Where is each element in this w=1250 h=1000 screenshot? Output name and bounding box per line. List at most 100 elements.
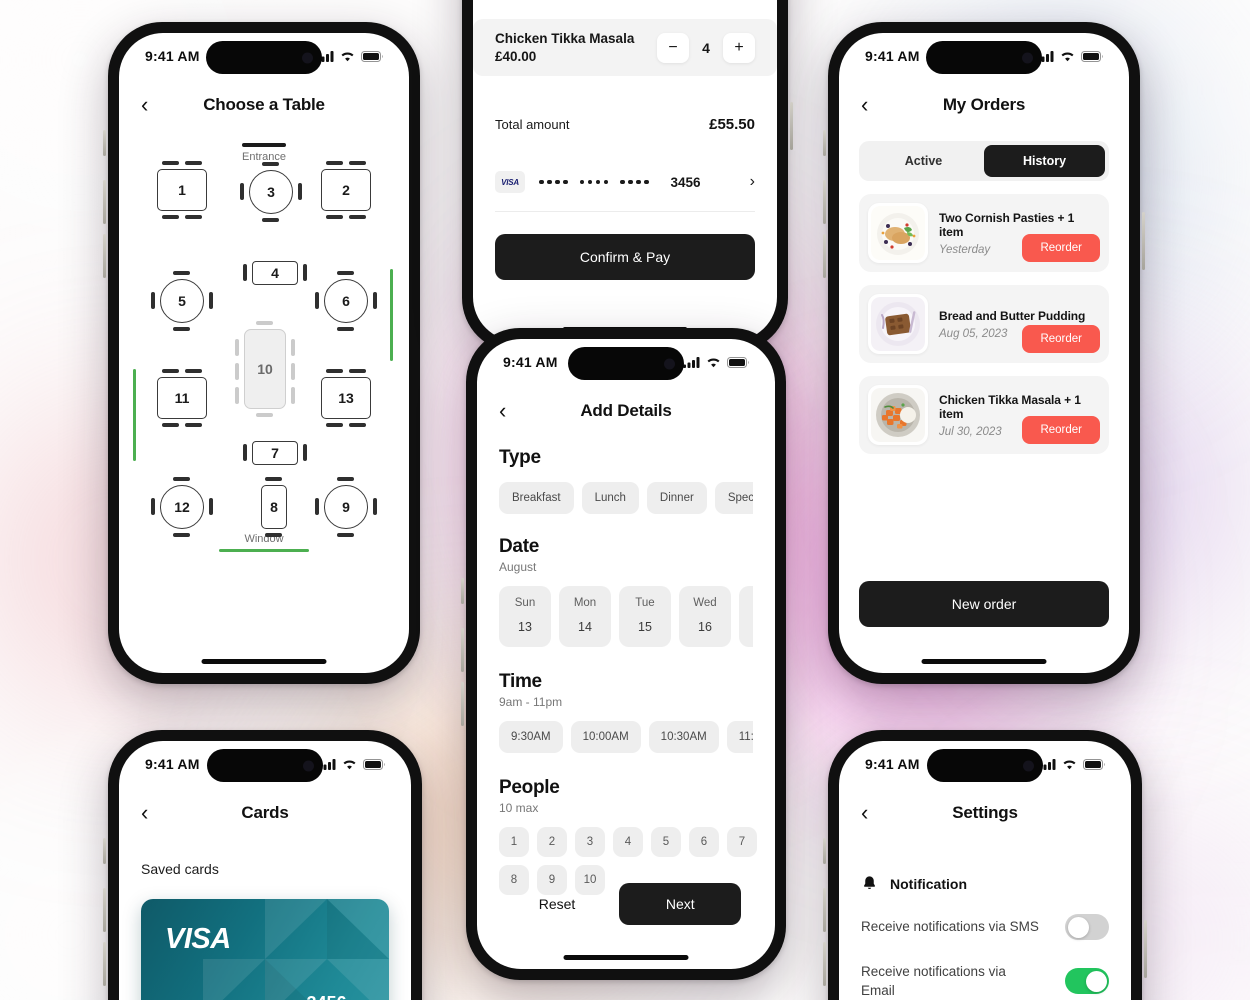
add-details-footer: Reset Next (499, 883, 753, 925)
type-option-dinner[interactable]: Dinner (646, 482, 707, 514)
chevron-left-icon[interactable]: ‹ (861, 802, 887, 824)
sms-toggle[interactable] (1065, 914, 1109, 940)
table-8[interactable]: 8 (261, 477, 287, 537)
table-4[interactable]: 4 (243, 261, 307, 285)
date-option-15[interactable]: Tue 15 (619, 586, 671, 647)
cart-item-row: Chicken Tikka Masala £40.00 − 4 + (473, 19, 777, 76)
date-option-13[interactable]: Sun 13 (499, 586, 551, 647)
date-num: 13 (518, 620, 532, 634)
next-button[interactable]: Next (619, 883, 742, 925)
chevron-right-icon[interactable]: › (750, 173, 755, 191)
status-bar: 9:41 AM (119, 741, 411, 787)
time-option-0930[interactable]: 9:30AM (499, 721, 563, 753)
add-details-body: Type Breakfast Lunch Dinner Special Date… (477, 437, 775, 895)
selected-card-row[interactable]: VISA 3456 › (495, 171, 755, 193)
table-number: 4 (252, 261, 298, 285)
setting-row-sms: Receive notifications via SMS (861, 914, 1109, 940)
table-11[interactable]: 11 (157, 369, 207, 427)
time-options: 9:30AM 10:00AM 10:30AM 11:00AM (499, 721, 753, 753)
settings-body: Notification Receive notifications via S… (839, 839, 1131, 1000)
date-option-17[interactable]: Thu 17 (739, 586, 753, 647)
type-option-special[interactable]: Special (714, 482, 753, 514)
screen-add-details: 9:41 AM ‹ Add Details Type Breakfast Lun… (477, 339, 775, 969)
table-number: 12 (160, 485, 204, 529)
battery-icon (361, 50, 383, 62)
people-option-2[interactable]: 2 (537, 827, 567, 857)
navigation-bar: ‹ Cards (119, 787, 411, 839)
minus-icon[interactable]: − (657, 32, 689, 63)
order-list-item[interactable]: Bread and Butter Pudding Aug 05, 2023 Re… (859, 285, 1109, 363)
status-bar: 9:41 AM (477, 339, 775, 385)
people-option-5[interactable]: 5 (651, 827, 681, 857)
chevron-left-icon[interactable]: ‹ (141, 94, 167, 116)
status-time: 9:41 AM (865, 756, 920, 772)
pudding-photo (868, 294, 928, 354)
table-3[interactable]: 3 (240, 162, 302, 222)
screen-choose-a-table: 9:41 AM ‹ Choose a Table Entrance 1 3 2 … (119, 33, 409, 673)
table-5[interactable]: 5 (151, 271, 213, 331)
battery-icon (1081, 50, 1103, 62)
time-heading: Time (499, 671, 542, 692)
chevron-left-icon[interactable]: ‹ (499, 400, 525, 422)
people-option-3[interactable]: 3 (575, 827, 605, 857)
table-6[interactable]: 6 (315, 271, 377, 331)
table-2[interactable]: 2 (321, 161, 371, 219)
order-list-item[interactable]: Chicken Tikka Masala + 1 item Jul 30, 20… (859, 376, 1109, 454)
battery-icon (1083, 758, 1105, 770)
battery-icon (727, 356, 749, 368)
screen-settings: 9:41 AM ‹ Settings Notification Receive … (839, 741, 1131, 1000)
table-number: 9 (324, 485, 368, 529)
tab-history[interactable]: History (984, 145, 1105, 177)
people-option-4[interactable]: 4 (613, 827, 643, 857)
status-time: 9:41 AM (503, 354, 558, 370)
reset-button[interactable]: Reset (511, 884, 604, 924)
date-month: August (499, 560, 537, 574)
people-max: 10 max (499, 801, 539, 815)
tab-active[interactable]: Active (863, 145, 984, 177)
date-option-14[interactable]: Mon 14 (559, 586, 611, 647)
type-option-breakfast[interactable]: Breakfast (499, 482, 574, 514)
date-option-16[interactable]: Wed 16 (679, 586, 731, 647)
table-1[interactable]: 1 (157, 161, 207, 219)
people-option-7[interactable]: 7 (727, 827, 757, 857)
home-indicator (921, 659, 1047, 664)
time-option-1100[interactable]: 11:00AM (726, 721, 753, 753)
table-12[interactable]: 12 (151, 477, 213, 537)
table-7[interactable]: 7 (243, 441, 307, 465)
cellular-signal-icon (683, 356, 700, 368)
card-masked-number: 3456 (539, 175, 701, 190)
status-bar: 9:41 AM (839, 33, 1129, 79)
confirm-and-pay-button[interactable]: Confirm & Pay (495, 234, 755, 280)
status-time: 9:41 AM (145, 48, 200, 64)
table-9[interactable]: 9 (315, 477, 377, 537)
email-toggle[interactable] (1065, 968, 1109, 995)
reorder-button[interactable]: Reorder (1022, 234, 1100, 262)
home-indicator (201, 659, 327, 664)
status-bar: 9:41 AM (839, 741, 1131, 787)
time-option-1030[interactable]: 10:30AM (648, 721, 719, 753)
table-10[interactable]: 10 (235, 321, 295, 417)
phone-my-orders: 9:41 AM ‹ My Orders Active History Two C… (823, 19, 1145, 687)
time-option-1000[interactable]: 10:00AM (570, 721, 641, 753)
phone-payment: Chicken Tikka Masala £40.00 − 4 + Total … (459, 0, 793, 355)
type-option-lunch[interactable]: Lunch (581, 482, 639, 514)
type-heading: Type (499, 447, 541, 468)
saved-visa-card[interactable]: VISA 3456 Card Holder John Doe Valid til… (141, 899, 389, 1000)
order-list-item[interactable]: Two Cornish Pasties + 1 item Yesterday R… (859, 194, 1109, 272)
plus-icon[interactable]: + (723, 32, 755, 63)
wifi-icon (707, 357, 720, 367)
table-number: 3 (249, 170, 293, 214)
dynamic-island (207, 749, 323, 782)
reorder-button[interactable]: Reorder (1022, 325, 1100, 353)
new-order-button[interactable]: New order (859, 581, 1109, 627)
table-number: 7 (252, 441, 298, 465)
chevron-left-icon[interactable]: ‹ (861, 94, 887, 116)
screen-payment: Chicken Tikka Masala £40.00 − 4 + Total … (473, 0, 777, 341)
table-13[interactable]: 13 (321, 369, 371, 427)
visa-logo-icon: VISA (495, 171, 525, 193)
reorder-button[interactable]: Reorder (1022, 416, 1100, 444)
navigation-bar: ‹ Settings (839, 787, 1131, 839)
people-option-6[interactable]: 6 (689, 827, 719, 857)
chevron-left-icon[interactable]: ‹ (141, 802, 167, 824)
people-option-1[interactable]: 1 (499, 827, 529, 857)
